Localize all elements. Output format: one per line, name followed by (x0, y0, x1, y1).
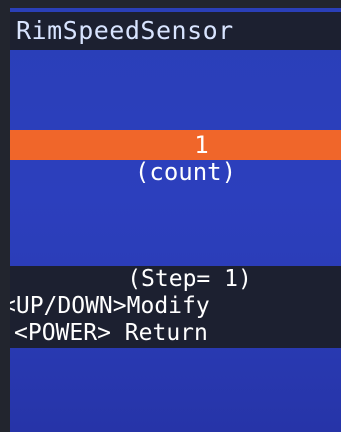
device-frame: RimSpeedSensor 1 (count) (Step= 1) <UP/D… (0, 0, 341, 432)
selected-value-field[interactable]: 1 (10, 130, 341, 160)
lcd-screen: RimSpeedSensor 1 (count) (Step= 1) <UP/D… (10, 8, 341, 432)
return-hint: <POWER> Return (14, 320, 208, 346)
modify-hint: <UP/DOWN>Modify (10, 293, 210, 319)
value-unit-label: (count) (134, 158, 237, 186)
step-size-label: (Step= 1) (127, 266, 252, 292)
screen-title: RimSpeedSensor (10, 12, 341, 50)
help-panel: (Step= 1) <UP/DOWN>Modify <POWER> Return (10, 266, 341, 348)
